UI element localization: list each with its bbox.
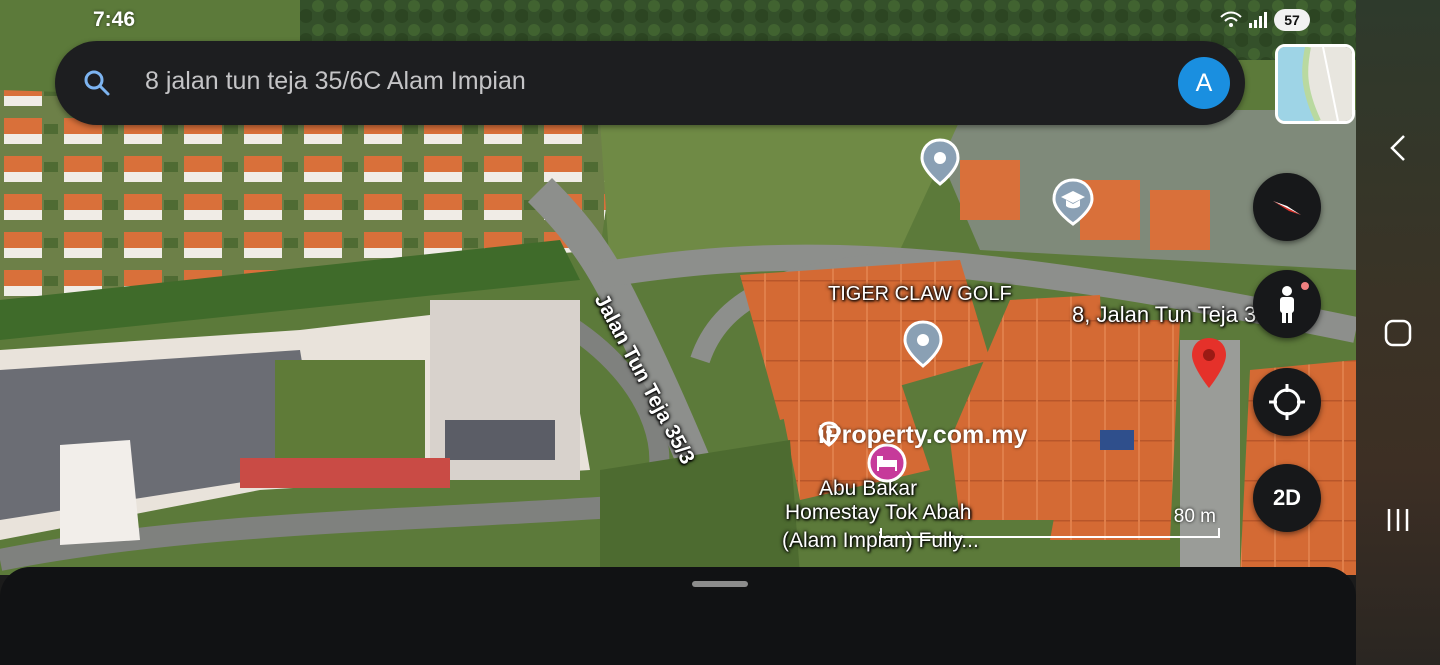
- signal-icon: [1249, 12, 1267, 28]
- bottom-sheet[interactable]: [0, 567, 1356, 665]
- watermark-text: iProperty.com.my: [818, 421, 1028, 449]
- battery-indicator: 57: [1274, 9, 1310, 31]
- account-avatar[interactable]: A: [1178, 57, 1230, 109]
- pegman-icon: [1280, 282, 1309, 323]
- recents-icon: [1387, 509, 1409, 531]
- search-icon[interactable]: [83, 69, 111, 97]
- search-bar[interactable]: 8 jalan tun teja 35/6C Alam Impian A: [55, 41, 1245, 125]
- place-label-golf[interactable]: TIGER CLAW GOLF: [828, 283, 1012, 306]
- recents-button[interactable]: [1356, 490, 1440, 550]
- back-icon: [1390, 135, 1405, 161]
- toggle-2d-label: 2D: [1272, 485, 1302, 510]
- scale-line: [880, 528, 1220, 538]
- location-pin-icon: [920, 138, 960, 186]
- street-view-button[interactable]: [1253, 270, 1321, 338]
- status-time: 7:46: [93, 8, 136, 31]
- sheet-drag-handle[interactable]: [692, 581, 748, 587]
- my-location-button[interactable]: [1253, 368, 1321, 436]
- compass-icon: [1273, 201, 1301, 215]
- scale-text: 80 m: [1173, 506, 1216, 527]
- location-pin-icon: [818, 421, 840, 447]
- back-button[interactable]: [1356, 118, 1440, 178]
- scale-bar: 80 m: [880, 506, 1220, 542]
- minimap-image: [1278, 47, 1352, 121]
- location-pin-icon: [1192, 338, 1226, 388]
- search-input[interactable]: 8 jalan tun teja 35/6C Alam Impian: [145, 67, 526, 96]
- system-navigation-bar: [1356, 0, 1440, 665]
- graduation-cap-icon: [1052, 178, 1094, 226]
- watermark: iProperty.com.my: [818, 421, 1027, 450]
- minimap[interactable]: [1275, 44, 1355, 124]
- status-icons: 57: [1220, 8, 1310, 32]
- home-icon: [1384, 319, 1412, 347]
- location-pin-icon: [903, 320, 943, 368]
- toggle-2d-button[interactable]: 2D: [1253, 464, 1321, 532]
- compass-button[interactable]: [1253, 173, 1321, 241]
- wifi-icon: [1220, 11, 1242, 27]
- my-location-icon: [1269, 384, 1305, 420]
- home-button[interactable]: [1356, 303, 1440, 363]
